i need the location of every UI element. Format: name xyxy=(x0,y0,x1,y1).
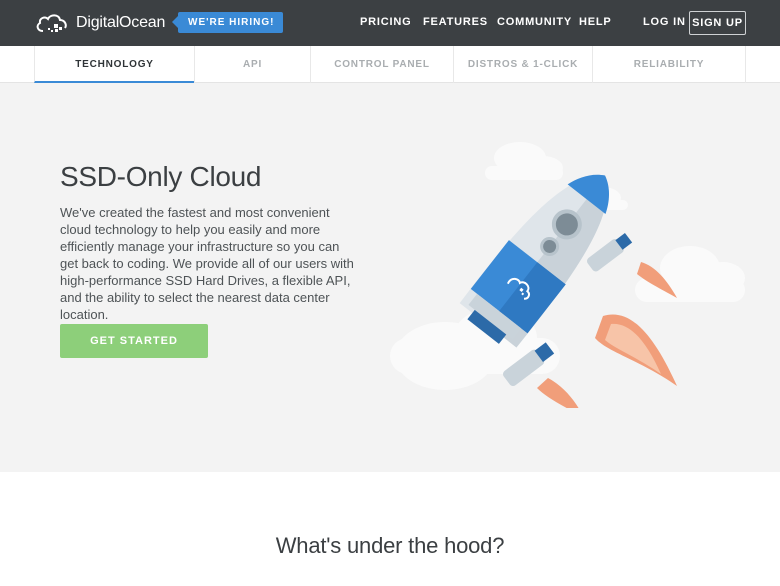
tab-control-panel[interactable]: CONTROL PANEL xyxy=(310,46,453,83)
signup-button[interactable]: SIGN UP xyxy=(689,11,746,35)
tab-distros-apps[interactable]: DISTROS & 1-CLICK APPS xyxy=(453,46,592,107)
nav-pricing[interactable]: PRICING xyxy=(360,16,411,28)
tab-api[interactable]: API xyxy=(194,46,310,83)
brand-logo[interactable]: DigitalOcean xyxy=(34,12,165,34)
section-title: What's under the hood? xyxy=(275,533,505,558)
cloud-logo-icon xyxy=(34,12,70,34)
nav-features[interactable]: FEATURES xyxy=(423,16,488,28)
tab-reliability[interactable]: RELIABILITY xyxy=(592,46,746,83)
nav-help[interactable]: HELP xyxy=(579,16,612,28)
rocket-illustration xyxy=(385,138,755,416)
brand-name: DigitalOcean xyxy=(76,14,166,31)
hero-title: SSD-Only Cloud xyxy=(60,161,262,192)
product-tabs: TECHNOLOGY API CONTROL PANEL DISTROS & 1… xyxy=(0,46,780,107)
get-started-button[interactable]: GET STARTED xyxy=(60,324,208,358)
top-navbar: DigitalOcean WE'RE HIRING! PRICING FEATU… xyxy=(0,0,780,46)
hero-section: SSD-Only Cloud We've created the fastest… xyxy=(0,83,780,472)
login-link[interactable]: LOG IN xyxy=(643,16,686,28)
tab-technology[interactable]: TECHNOLOGY xyxy=(34,46,194,83)
hiring-badge[interactable]: WE'RE HIRING! xyxy=(172,12,283,33)
nav-community[interactable]: COMMUNITY xyxy=(497,16,572,28)
hero-description: We've created the fastest and most conve… xyxy=(60,205,354,322)
